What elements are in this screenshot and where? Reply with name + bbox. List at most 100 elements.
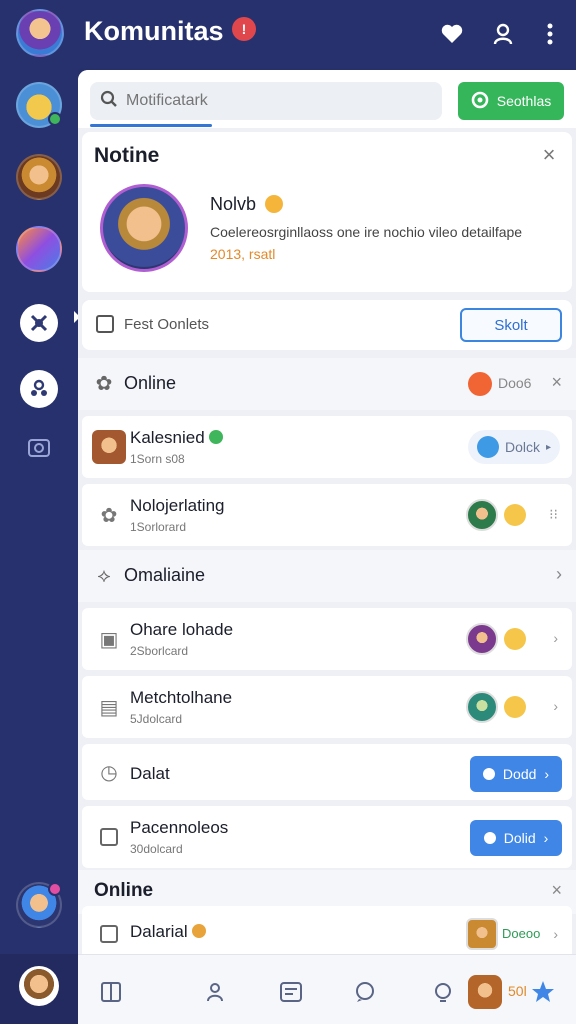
smile-emoji-icon xyxy=(265,195,284,213)
item-name: Pacennoleos xyxy=(130,818,229,837)
game-thumb xyxy=(466,691,498,723)
friends-icon[interactable] xyxy=(202,979,228,1005)
checkbox[interactable] xyxy=(92,917,126,951)
item-sub: 1Sorn s08 xyxy=(130,452,185,466)
chevron-right-icon[interactable]: › xyxy=(553,926,558,942)
close-icon[interactable]: × xyxy=(551,880,562,901)
server-avatar-1[interactable] xyxy=(16,82,62,128)
chevron-right-icon[interactable]: › xyxy=(553,698,558,714)
chevron-right-icon[interactable]: › xyxy=(553,630,558,646)
chevron-right-icon: › xyxy=(544,766,550,782)
post-row: Fest Oonlets Skolt xyxy=(82,300,572,350)
bottom-rail xyxy=(0,954,78,1024)
server-rail xyxy=(0,68,80,1024)
emoji-icon xyxy=(504,504,526,526)
game-thumb xyxy=(466,499,498,531)
chevron-right-icon: ▸ xyxy=(545,441,552,453)
item-name: Ohare lohade xyxy=(130,620,234,639)
item-sub: 2Sborlcard xyxy=(130,644,189,658)
active-tab-indicator xyxy=(90,124,212,127)
item-action-button[interactable]: Dodd › xyxy=(470,756,562,792)
list-item[interactable]: ◷ Dalat Dodd › xyxy=(82,744,572,800)
game-thumb xyxy=(466,623,498,655)
item-name: Nolojerlating xyxy=(130,496,225,515)
game-thumb xyxy=(466,918,498,950)
item-name: Metchtolhane xyxy=(130,688,233,707)
notice-card: Notine × Nolvb Coelereosrginllaoss one i… xyxy=(82,132,572,292)
search-button[interactable]: Seothlas xyxy=(458,82,564,120)
explore-icon[interactable] xyxy=(20,304,58,342)
dot-icon xyxy=(483,832,496,844)
app-title: Komunitas xyxy=(84,16,224,46)
alert-badge: ! xyxy=(232,17,256,41)
list-item[interactable]: ✿ Nolojerlating 1Sorlorard ⁝⁝ xyxy=(82,484,572,546)
close-icon[interactable]: × xyxy=(551,372,562,393)
list-item[interactable]: ▣ Ohare lohade 2Sborlcard › xyxy=(82,608,572,670)
section-title: Online xyxy=(94,880,154,901)
notice-title: Notine xyxy=(94,144,160,167)
emoji-icon xyxy=(504,628,526,650)
more-icon[interactable] xyxy=(536,20,564,48)
more-icon[interactable]: ⁝⁝ xyxy=(549,506,558,523)
item-action-button[interactable]: Dolck ▸ xyxy=(468,430,560,464)
puzzle-icon: ✿ xyxy=(100,504,118,527)
self-avatar[interactable] xyxy=(19,966,59,1006)
group-icon[interactable] xyxy=(20,370,58,408)
item-sub: 30dolcard xyxy=(130,842,183,856)
chevron-right-icon: › xyxy=(543,830,549,846)
keyboard-icon: ▤ xyxy=(99,696,119,719)
item-action-button[interactable]: Dolid › xyxy=(470,820,562,856)
notice-name: Nolvb xyxy=(210,194,284,215)
search-input[interactable] xyxy=(126,92,426,110)
app-avatar[interactable] xyxy=(16,9,64,57)
close-icon[interactable]: × xyxy=(538,144,560,166)
profile-thumb[interactable] xyxy=(468,975,502,1009)
cluster-icon: ✿ xyxy=(95,373,113,395)
emoji-icon xyxy=(504,696,526,718)
list-item[interactable]: Kalesnied 1Sorn s08 Dolck ▸ xyxy=(82,416,572,478)
dot-icon xyxy=(482,768,495,780)
notice-description: Coelereosrginllaoss one ire nochio vileo… xyxy=(210,224,523,240)
star-icon[interactable] xyxy=(530,979,556,1010)
list-item[interactable]: ▤ Metchtolhane 5Jdolcard › xyxy=(82,676,572,738)
clock-icon: ◷ xyxy=(100,761,118,784)
section-header-omaliaine: ⟡ Omaliaine › xyxy=(78,550,576,602)
nav-bar: 50l xyxy=(78,954,576,1024)
record-icon[interactable] xyxy=(468,372,492,396)
pin-icon: ⟡ xyxy=(97,565,111,587)
notification-icon[interactable] xyxy=(430,979,456,1005)
notice-date: 2013, rsatl xyxy=(210,246,276,262)
post-icon xyxy=(96,315,114,333)
section-title: Omaliaine xyxy=(124,565,206,585)
refresh-icon xyxy=(471,91,489,112)
list-item[interactable]: Pacennoleos 30dolcard Dolid › xyxy=(82,806,572,868)
item-name: Dalat xyxy=(130,764,170,783)
heart-icon[interactable] xyxy=(438,20,466,48)
post-label: Fest Oonlets xyxy=(124,316,210,333)
server-avatar-3[interactable] xyxy=(16,226,62,272)
user-avatar[interactable] xyxy=(16,882,62,928)
play-icon xyxy=(476,436,499,458)
sidebar-icon[interactable] xyxy=(98,979,124,1005)
top-bar: Komunitas ! xyxy=(0,0,576,68)
game-avatar xyxy=(92,430,126,464)
chat-icon[interactable] xyxy=(352,979,378,1005)
checkbox[interactable] xyxy=(92,820,126,854)
item-sub: 1Sorlorard xyxy=(130,520,187,534)
post-button[interactable]: Skolt xyxy=(460,308,562,342)
notice-avatar[interactable] xyxy=(100,184,188,272)
chevron-icon[interactable]: › xyxy=(556,564,562,585)
item-status: Doeoo xyxy=(502,926,541,941)
camera-icon[interactable] xyxy=(22,430,56,464)
search-icon xyxy=(100,90,118,113)
item-sub: 5Jdolcard xyxy=(130,712,183,726)
section-title: Online xyxy=(124,373,177,393)
robot-icon: ▣ xyxy=(99,628,119,651)
server-avatar-2[interactable] xyxy=(16,154,62,200)
search-box[interactable] xyxy=(90,82,442,120)
section-header-online: ✿ Online Doo6 × xyxy=(78,358,576,410)
online-dot xyxy=(48,112,62,126)
messages-icon[interactable] xyxy=(278,979,304,1005)
profile-icon[interactable] xyxy=(489,20,517,48)
item-name: Dalarial xyxy=(130,922,207,942)
